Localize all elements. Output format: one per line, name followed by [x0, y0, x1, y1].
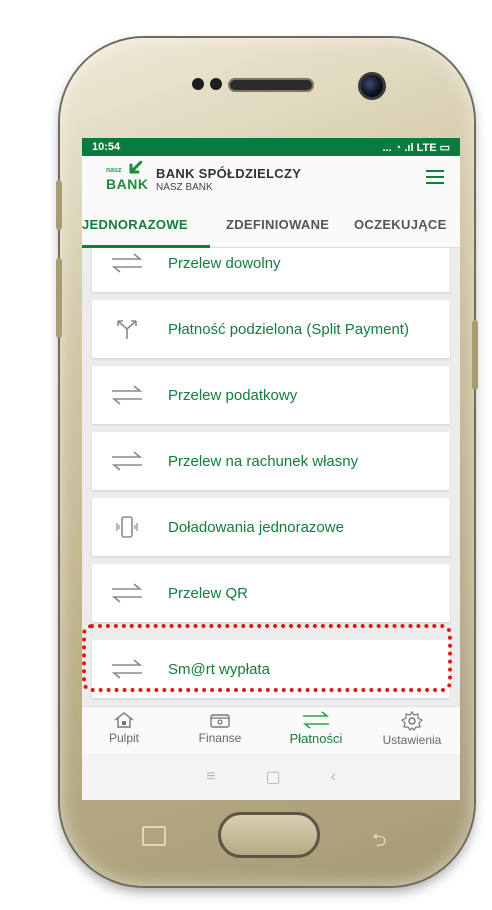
list-item-przelew-qr[interactable]: Przelew QR	[92, 564, 450, 622]
recents-icon[interactable]: ≡	[206, 768, 215, 786]
list-item-przelew-dowolny[interactable]: Przelew dowolny	[92, 248, 450, 292]
split-arrows-icon	[110, 317, 144, 341]
gear-icon	[401, 711, 423, 731]
hardware-recents-key[interactable]	[142, 826, 166, 846]
bank-logo: nasz BANK	[106, 161, 150, 193]
home-square-icon[interactable]: ▢	[265, 767, 280, 787]
volume-down-button	[56, 258, 62, 338]
hardware-back-icon[interactable]: ⮌	[372, 828, 386, 858]
payment-tabs: JEDNORAZOWE ZDEFINIOWANE OCZEKUJĄCE	[82, 202, 460, 248]
status-indicators: ... ◔ .ıl LTE ▭	[382, 141, 450, 154]
bottom-navigation: Pulpit Finanse Płatności Ustawienia	[82, 706, 460, 754]
nav-platnosci[interactable]: Płatności	[276, 711, 356, 746]
tab-zdefiniowane[interactable]: ZDEFINIOWANE	[226, 217, 329, 232]
list-item-split-payment[interactable]: Płatność podzielona (Split Payment)	[92, 300, 450, 358]
sensor-dots	[192, 78, 222, 90]
bank-name: BANK SPÓŁDZIELCZY NASZ BANK	[156, 165, 302, 193]
home-icon	[114, 712, 134, 728]
android-navigation-bar: ≡ ▢ ‹	[82, 754, 460, 800]
transfer-arrows-icon	[110, 449, 144, 473]
back-icon[interactable]: ‹	[331, 768, 336, 786]
list-item-przelew-podatkowy[interactable]: Przelew podatkowy	[92, 366, 450, 424]
tab-jednorazowe[interactable]: JEDNORAZOWE	[82, 217, 188, 232]
volume-up-button	[56, 180, 62, 230]
list-item-doladowania[interactable]: Doładowania jednorazowe	[92, 498, 450, 556]
highlight-frame	[82, 624, 452, 692]
status-time: 10:54	[92, 141, 121, 153]
nav-finanse[interactable]: Finanse	[180, 711, 260, 745]
nav-ustawienia[interactable]: Ustawienia	[372, 711, 452, 747]
status-bar: 10:54 ... ◔ .ıl LTE ▭	[82, 138, 460, 156]
hardware-home-button[interactable]	[218, 812, 320, 858]
hamburger-menu-icon[interactable]	[426, 170, 444, 184]
front-camera	[358, 72, 386, 100]
phone-screen: 10:54 ... ◔ .ıl LTE ▭ nasz BANK BANK SPÓ…	[82, 138, 460, 800]
transfer-arrows-icon	[110, 383, 144, 407]
transfer-arrows-icon	[110, 251, 144, 275]
mobile-phone-icon	[110, 515, 144, 539]
wallet-icon	[210, 714, 230, 728]
earpiece-speaker	[228, 78, 314, 92]
logo-arrow-icon	[129, 161, 142, 174]
app-header: nasz BANK BANK SPÓŁDZIELCZY NASZ BANK	[82, 156, 460, 202]
transfer-arrows-icon	[302, 711, 330, 729]
list-item-przelew-wlasny[interactable]: Przelew na rachunek własny	[92, 432, 450, 490]
tab-oczekujace[interactable]: OCZEKUJĄCE	[354, 217, 447, 232]
nav-pulpit[interactable]: Pulpit	[84, 711, 164, 745]
power-button	[472, 320, 478, 390]
transfer-arrows-icon	[110, 581, 144, 605]
